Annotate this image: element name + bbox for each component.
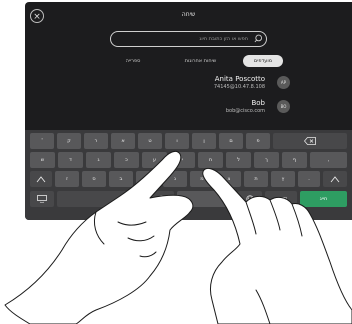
key[interactable]: צ xyxy=(217,171,241,187)
avatar: BO xyxy=(277,100,290,113)
key[interactable]: ך xyxy=(254,152,279,168)
page-title: שיחה xyxy=(181,11,196,18)
key[interactable]: ' xyxy=(30,133,54,149)
tab-favorites[interactable]: מועדפים xyxy=(243,55,283,67)
search-placeholder: חפש או הזן כתובת חיוג xyxy=(199,36,248,42)
call-button[interactable]: חייג xyxy=(300,191,347,207)
on-screen-keyboard: ' ק ר א ט ו ן ם פ ש ד ג כ ע י ח ל ך ף , xyxy=(25,130,352,220)
avatar: AP xyxy=(277,76,290,89)
key[interactable]: ע xyxy=(142,152,167,168)
space-key[interactable] xyxy=(177,191,235,207)
key[interactable]: ש xyxy=(30,152,55,168)
dotcom-key[interactable]: .com xyxy=(265,191,297,207)
backspace-key[interactable] xyxy=(273,133,347,149)
key[interactable]: ם xyxy=(219,133,243,149)
key[interactable]: ד xyxy=(58,152,83,168)
key[interactable]: י xyxy=(170,152,195,168)
key[interactable]: ה xyxy=(136,171,160,187)
tab-directory[interactable]: ספרייה xyxy=(113,55,153,67)
key[interactable]: ן xyxy=(192,133,216,149)
shift-icon xyxy=(36,176,46,183)
device-screen: × שיחה חפש או הזן כתובת חיוג ספרייה שיחו… xyxy=(25,2,352,220)
shift-key-right[interactable] xyxy=(323,171,347,187)
key[interactable]: ץ xyxy=(271,171,295,187)
contact-name: Bob xyxy=(251,99,265,107)
key[interactable]: נ xyxy=(163,171,187,187)
key[interactable]: ב xyxy=(109,171,133,187)
contact-address: 74145@10.47.8.108 xyxy=(213,84,265,90)
globe-key[interactable] xyxy=(150,191,174,207)
globe-icon xyxy=(158,195,166,203)
key[interactable]: ס xyxy=(82,171,106,187)
key[interactable]: ק xyxy=(57,133,81,149)
contact-name: Anita Poscotto xyxy=(214,75,265,83)
tab-bar: ספרייה שיחות אחרונות מועדפים xyxy=(25,54,352,68)
key[interactable]: כ xyxy=(114,152,139,168)
key[interactable]: ו xyxy=(165,133,189,149)
search-bar[interactable]: חפש או הזן כתובת חיוג xyxy=(110,31,267,47)
contact-row[interactable]: Bob bob@cisco.com BO xyxy=(25,96,352,118)
key[interactable]: ר xyxy=(84,133,108,149)
key[interactable]: פ xyxy=(246,133,270,149)
key[interactable]: , xyxy=(310,152,347,168)
key[interactable]: ת xyxy=(244,171,268,187)
contact-address: bob@cisco.com xyxy=(225,108,265,114)
backspace-icon xyxy=(303,137,316,145)
contact-row[interactable]: Anita Poscotto 74145@10.47.8.108 AP xyxy=(25,72,352,94)
globe-icon xyxy=(246,195,254,203)
key[interactable]: ט xyxy=(138,133,162,149)
shift-key-left[interactable] xyxy=(30,171,52,187)
key[interactable]: מ xyxy=(190,171,214,187)
key[interactable]: . xyxy=(298,171,320,187)
keyboard-toggle-key[interactable] xyxy=(30,191,54,207)
keyboard-icon xyxy=(37,195,47,204)
key[interactable]: ח xyxy=(198,152,223,168)
globe-key-2[interactable] xyxy=(238,191,262,207)
key[interactable]: ז xyxy=(55,171,79,187)
key[interactable]: ג xyxy=(86,152,111,168)
key[interactable]: ל xyxy=(226,152,251,168)
key[interactable]: א xyxy=(111,133,135,149)
key-blank[interactable] xyxy=(57,191,147,207)
shift-icon xyxy=(330,176,340,183)
tab-recents[interactable]: שיחות אחרונות xyxy=(173,55,228,67)
key[interactable]: ף xyxy=(282,152,307,168)
search-icon xyxy=(254,34,263,43)
